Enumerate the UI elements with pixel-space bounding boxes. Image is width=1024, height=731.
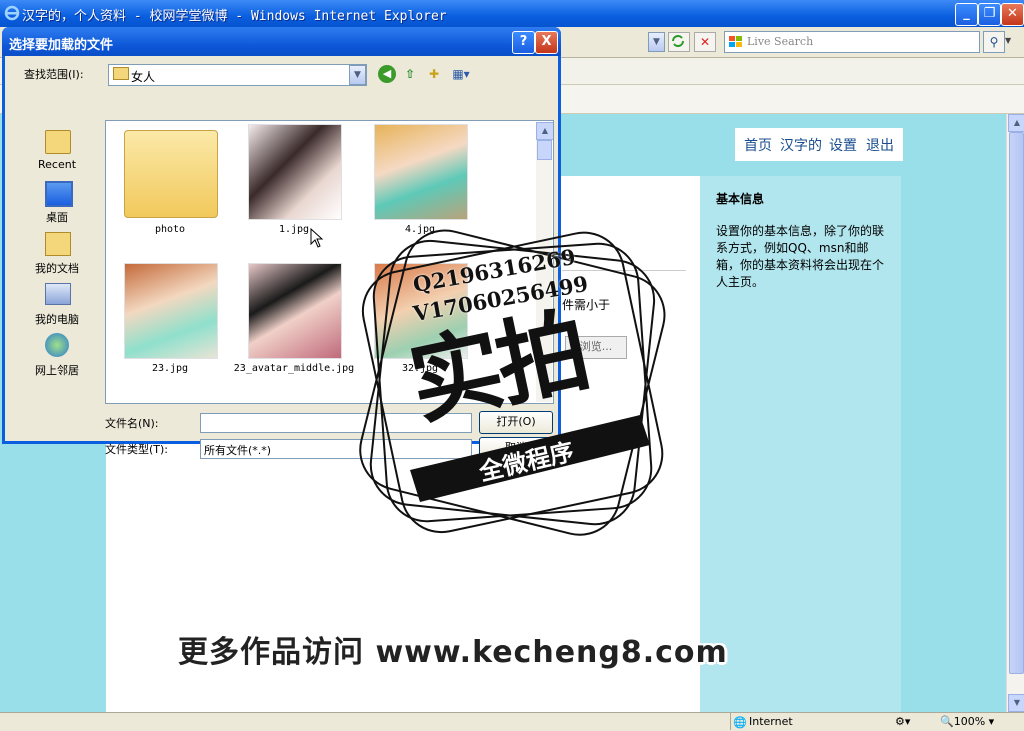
new-folder-icon: ✚: [428, 67, 440, 81]
back-button[interactable]: ◀: [378, 65, 396, 83]
scroll-down-button[interactable]: ▼: [1008, 694, 1024, 712]
look-in-dropdown-button[interactable]: ▼: [349, 65, 366, 85]
minimize-button[interactable]: _: [955, 3, 978, 26]
look-in-label: 查找范围(I):: [24, 68, 84, 81]
zoom-icon: 🔍: [940, 715, 954, 728]
my-documents-icon: [45, 232, 71, 256]
refresh-button[interactable]: [668, 32, 690, 52]
security-zone: 🌐 Internet: [730, 713, 793, 730]
view-menu-button[interactable]: ▦▾: [449, 65, 473, 83]
zoom-control[interactable]: 🔍100% ▾: [940, 713, 994, 730]
protected-mode-icon[interactable]: ⚙▾: [895, 713, 910, 730]
nav-profile-link[interactable]: 汉字的: [780, 135, 822, 155]
address-dropdown-button[interactable]: ▼: [648, 32, 665, 52]
view-grid-icon: ▦▾: [452, 67, 470, 81]
status-bar: 🌐 Internet ⚙▾ 🔍100% ▾: [0, 712, 1024, 730]
browser-title-bar: 汉字的，个人资料 - 校网学堂微博 - Windows Internet Exp…: [0, 0, 1024, 27]
browser-title: 汉字的，个人资料 - 校网学堂微博 - Windows Internet Exp…: [22, 9, 447, 24]
image-thumbnail: [124, 263, 218, 359]
svg-text:★: ★: [430, 474, 444, 493]
up-folder-icon: ⇧: [404, 67, 416, 81]
look-in-value: 女人: [131, 70, 156, 84]
search-input[interactable]: Live Search: [724, 31, 980, 53]
dialog-close-button[interactable]: X: [535, 31, 558, 54]
file-item[interactable]: 1.jpg: [232, 124, 352, 254]
list-scroll-thumb[interactable]: [537, 140, 552, 160]
help-button[interactable]: ?: [512, 31, 535, 54]
top-nav: 首页 汉字的 设置 退出: [735, 128, 903, 161]
list-scroll-up-button[interactable]: ▲: [536, 122, 553, 140]
windows-flag-icon: [729, 36, 742, 47]
nav-logout-link[interactable]: 退出: [866, 135, 894, 155]
up-folder-button[interactable]: ⇧: [401, 65, 419, 83]
image-thumbnail: [374, 124, 468, 220]
filetype-label: 文件类型(T):: [105, 443, 169, 456]
watermark-stamp: ★ ★ Q2196316269 V17060256499 实拍 全微程序: [340, 210, 685, 560]
network-globe-icon: [45, 333, 69, 357]
search-options-button[interactable]: ▼: [1005, 31, 1017, 51]
magnifier-icon: ⚲: [989, 35, 999, 49]
sidebar-description: 设置你的基本信息，除了你的联系方式，例如QQ、msn和邮箱，你的基本资料将会出现…: [716, 224, 885, 289]
refresh-icon: [672, 35, 684, 47]
dialog-title-bar: 选择要加载的文件 ? X: [2, 27, 561, 56]
file-item[interactable]: photo: [108, 124, 228, 254]
desktop-icon: [45, 181, 73, 207]
site-watermark: 更多作品访问 www.kecheng8.com: [178, 635, 728, 670]
recent-folder-icon: [45, 130, 71, 154]
folder-icon: [113, 67, 129, 80]
file-item[interactable]: 23_avatar_middle.jpg: [232, 263, 354, 393]
scroll-thumb[interactable]: [1009, 132, 1024, 674]
folder-icon: [124, 130, 218, 218]
mouse-cursor-icon: [310, 228, 324, 248]
close-browser-button[interactable]: ✕: [1001, 3, 1024, 26]
ie-logo-icon: [4, 5, 20, 21]
stop-icon: ✕: [699, 35, 711, 49]
search-button[interactable]: ⚲: [983, 31, 1005, 53]
stop-button[interactable]: ✕: [694, 32, 716, 52]
dialog-title: 选择要加载的文件: [9, 38, 114, 53]
search-placeholder: Live Search: [747, 35, 814, 48]
globe-icon: 🌐: [733, 716, 747, 729]
nav-home-link[interactable]: 首页: [744, 135, 772, 155]
filetype-value: 所有文件(*.*): [204, 444, 272, 457]
zone-label: Internet: [749, 715, 793, 728]
zoom-level: 100%: [953, 715, 986, 728]
sidebar-heading: 基本信息: [716, 192, 765, 206]
svg-text:★: ★: [625, 420, 639, 439]
page-scrollbar[interactable]: ▲ ▼: [1006, 114, 1024, 712]
my-computer-icon: [45, 283, 71, 305]
scroll-up-button[interactable]: ▲: [1008, 114, 1024, 132]
image-thumbnail: [248, 124, 342, 220]
nav-settings-link[interactable]: 设置: [829, 135, 857, 155]
restore-button[interactable]: ❐: [978, 3, 1001, 26]
filename-label: 文件名(N):: [105, 417, 159, 430]
back-arrow-icon: ◀: [382, 67, 392, 80]
image-thumbnail: [248, 263, 342, 359]
info-sidebar: 基本信息 设置你的基本信息，除了你的联系方式，例如QQ、msn和邮箱，你的基本资…: [700, 176, 901, 712]
file-item[interactable]: 23.jpg: [108, 263, 228, 393]
look-in-select[interactable]: 女人 ▼: [108, 64, 367, 86]
new-folder-button[interactable]: ✚: [425, 65, 443, 83]
